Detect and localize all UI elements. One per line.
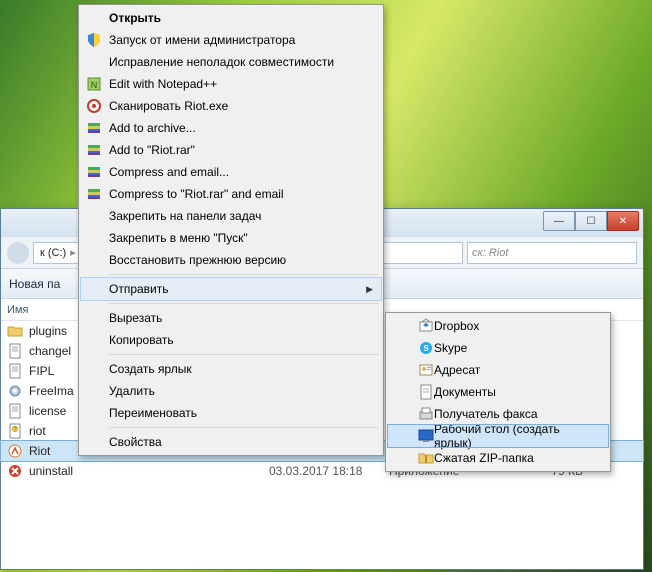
search-prefix: ск: [472,247,486,259]
menu-item[interactable]: N Edit with Notepad++ [81,73,381,95]
scan-icon [86,98,102,114]
chevron-right-icon: ▶ [366,284,373,295]
submenu-item-label: Dropbox [434,319,479,333]
menu-item[interactable]: Add to "Riot.rar" [81,139,381,161]
submenu-item-label: Документы [434,385,496,399]
submenu-item-label: Сжатая ZIP-папка [434,451,534,465]
menu-item[interactable]: Закрепить на панели задач [81,205,381,227]
submenu-item-label: Skype [434,341,467,355]
menu-item[interactable]: Запуск от имени администратора [81,29,381,51]
submenu-item-label: Адресат [434,363,480,377]
shield-icon [86,32,102,48]
menu-item[interactable]: Создать ярлык [81,358,381,380]
fax-icon [418,406,434,422]
menu-item-label: Compress to "Riot.rar" and email [109,187,284,201]
rar-icon [86,142,102,158]
zip-icon [418,450,434,466]
skype-icon: S [418,340,434,356]
menu-item[interactable]: Отправить ▶ [81,278,381,300]
menu-item-label: Edit with Notepad++ [109,77,217,91]
menu-item-label: Сканировать Riot.exe [109,99,228,113]
file-icon [7,323,23,339]
submenu-item-label: Рабочий стол (создать ярлык) [434,422,596,450]
menu-item[interactable]: Сканировать Riot.exe [81,95,381,117]
menu-separator [109,354,379,355]
file-icon [7,383,23,399]
submenu-item-label: Получатель факса [434,407,538,421]
menu-item[interactable]: Переименовать [81,402,381,424]
svg-text:S: S [423,344,429,353]
menu-separator [109,274,379,275]
menu-item-label: Add to archive... [109,121,196,135]
menu-separator [109,303,379,304]
menu-item-label: Compress and email... [109,165,229,179]
submenu-item[interactable]: S Skype [388,337,608,359]
contact-icon [418,362,434,378]
dropbox-icon [418,318,434,334]
menu-item[interactable]: Compress and email... [81,161,381,183]
file-icon [7,403,23,419]
file-date: 03.03.2017 18:18 [269,464,389,478]
new-folder-button[interactable]: Новая па [9,277,60,291]
file-icon [7,343,23,359]
back-button[interactable] [7,242,29,264]
close-button[interactable]: ✕ [607,211,639,231]
rar-icon [86,186,102,202]
menu-item[interactable]: Удалить [81,380,381,402]
rar-icon [86,120,102,136]
menu-item-label: Отправить [109,282,169,296]
menu-item-label: Восстановить прежнюю версию [109,253,286,267]
menu-item-label: Исправление неполадок совместимости [109,55,334,69]
submenu-item[interactable]: Документы [388,381,608,403]
submenu-item[interactable]: Рабочий стол (создать ярлык) [388,425,608,447]
file-icon [7,363,23,379]
crumb-part: к (C:) [40,247,66,259]
menu-item[interactable]: Вырезать [81,307,381,329]
menu-item[interactable]: Исправление неполадок совместимости [81,51,381,73]
menu-item[interactable]: Открыть [81,7,381,29]
docs-icon [418,384,434,400]
menu-item[interactable]: Add to archive... [81,117,381,139]
context-menu: Открыть Запуск от имени администратора Исп… [78,4,384,456]
submenu-item[interactable]: Адресат [388,359,608,381]
file-name: uninstall [29,464,269,478]
menu-item[interactable]: Закрепить в меню "Пуск" [81,227,381,249]
search-placeholder: Riot [489,247,509,259]
rar-icon [86,164,102,180]
window-buttons: — ☐ ✕ [543,211,639,231]
menu-item-label: Открыть [109,11,161,25]
menu-item-label: Копировать [109,333,174,347]
submenu-item[interactable]: Dropbox [388,315,608,337]
file-icon [7,463,23,479]
file-icon: ? [7,423,23,439]
menu-item-label: Вырезать [109,311,162,325]
minimize-button[interactable]: — [543,211,575,231]
menu-item[interactable]: Восстановить прежнюю версию [81,249,381,271]
menu-item-label: Создать ярлык [109,362,192,376]
menu-item[interactable]: Свойства [81,431,381,453]
menu-item-label: Закрепить в меню "Пуск" [109,231,248,245]
file-icon [7,443,23,459]
menu-item-label: Запуск от имени администратора [109,33,295,47]
npp-icon: N [86,76,102,92]
menu-item[interactable]: Compress to "Riot.rar" and email [81,183,381,205]
chevron-right-icon: ▸ [70,246,76,259]
search-input[interactable]: ск: Riot [467,242,637,264]
submenu-item[interactable]: Сжатая ZIP-папка [388,447,608,469]
menu-item-label: Переименовать [109,406,197,420]
menu-item-label: Закрепить на панели задач [109,209,261,223]
svg-text:N: N [91,80,98,90]
menu-item-label: Add to "Riot.rar" [109,143,195,157]
menu-separator [109,427,379,428]
menu-item[interactable]: Копировать [81,329,381,351]
menu-item-label: Удалить [109,384,155,398]
send-to-submenu: Dropbox S Skype Адресат Документы Получатель … [385,312,611,472]
maximize-button[interactable]: ☐ [575,211,607,231]
desktop-icon [418,428,434,444]
menu-item-label: Свойства [109,435,162,449]
